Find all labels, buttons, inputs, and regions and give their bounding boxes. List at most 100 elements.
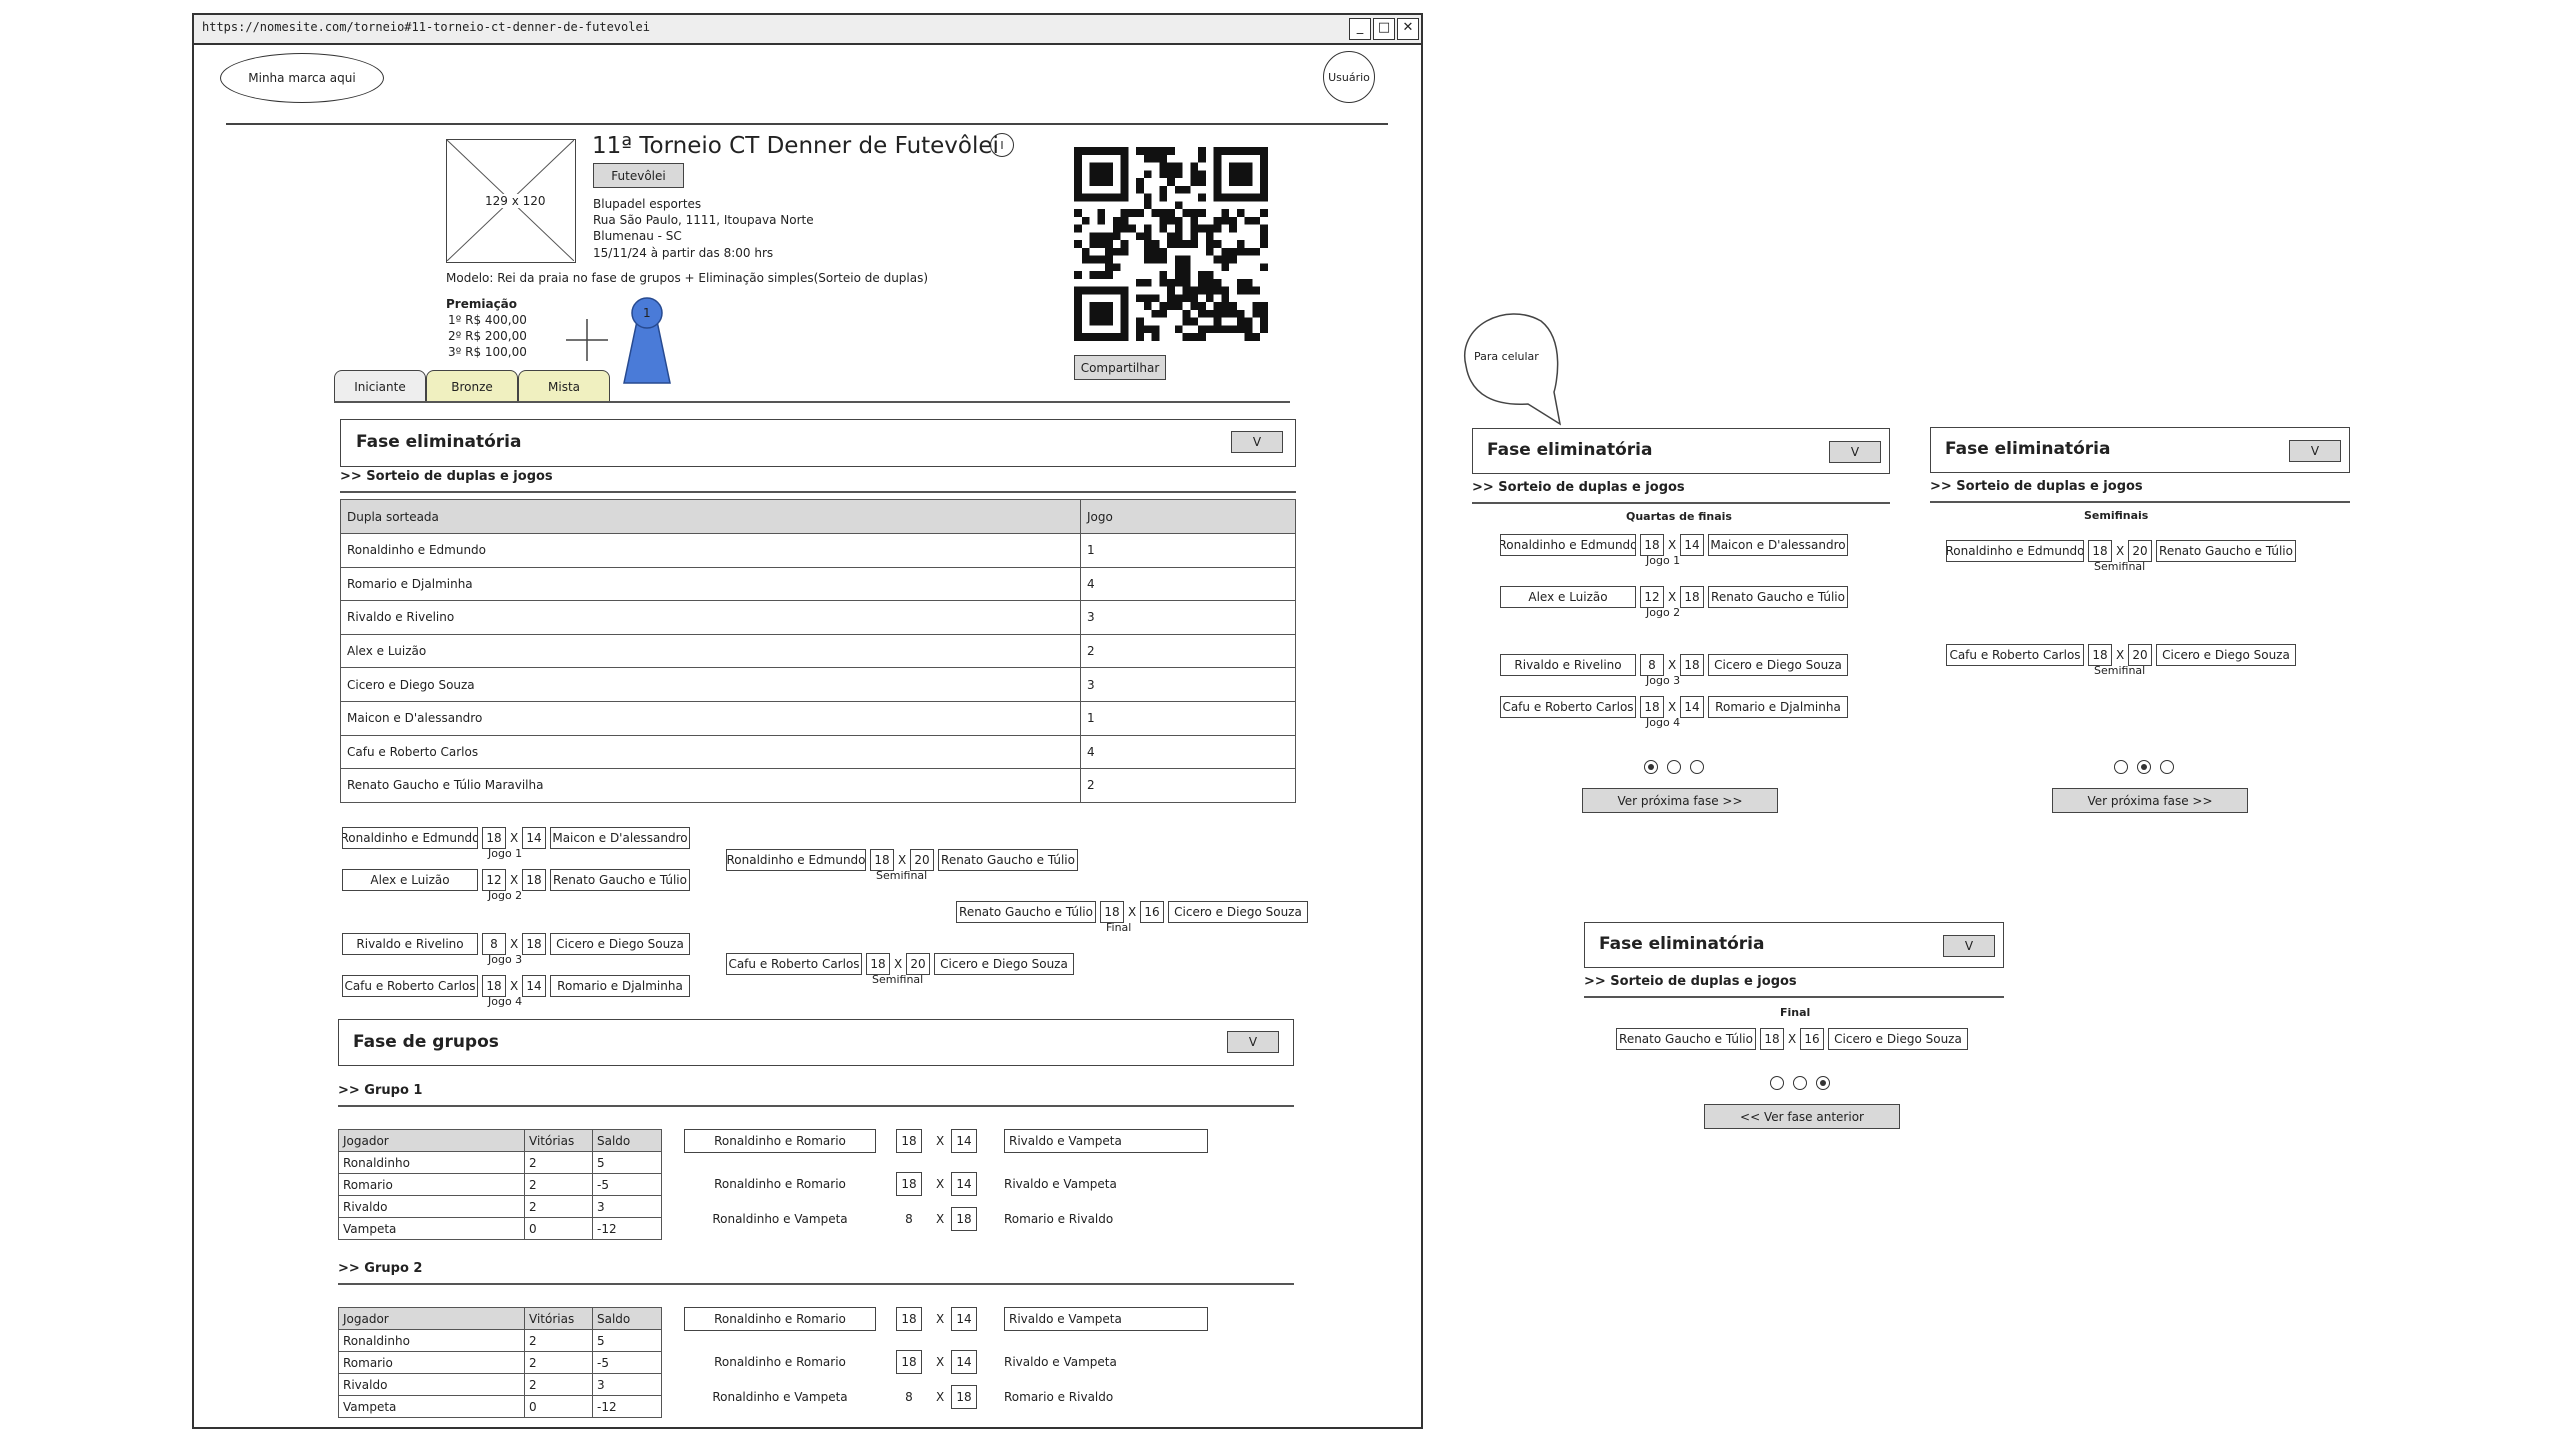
score-b-input[interactable]: 14 bbox=[1680, 534, 1704, 556]
team-a-box[interactable]: Ronaldinho e Edmundo bbox=[1946, 540, 2084, 562]
brand-logo[interactable]: Minha marca aqui bbox=[220, 53, 384, 103]
pagination-dot[interactable] bbox=[1793, 1076, 1807, 1090]
team-b-box[interactable]: Maicon e D'alessandro bbox=[550, 827, 690, 849]
score-a-input[interactable]: 18 bbox=[2088, 540, 2112, 562]
score-b[interactable]: 14 bbox=[951, 1307, 977, 1331]
team-a-box[interactable]: Cafu e Roberto Carlos bbox=[342, 975, 478, 997]
pagination-dot[interactable] bbox=[2114, 760, 2128, 774]
address-bar[interactable]: https://nomesite.com/torneio#11-torneio-… bbox=[194, 15, 1421, 45]
team-a-box[interactable]: Rivaldo e Rivelino bbox=[342, 933, 478, 955]
team-b-box[interactable]: Renato Gaucho e Túlio bbox=[2156, 540, 2296, 562]
team-a-box[interactable]: Renato Gaucho e Túlio bbox=[1616, 1028, 1756, 1050]
score-b-input[interactable]: 20 bbox=[906, 953, 930, 975]
team-b-box[interactable]: Romario e Djalminha bbox=[550, 975, 690, 997]
score-a-input[interactable]: 12 bbox=[482, 869, 506, 891]
team-a-box[interactable]: Cafu e Roberto Carlos bbox=[1500, 696, 1636, 718]
team-b-box[interactable]: Renato Gaucho e Túlio bbox=[550, 869, 690, 891]
score-a[interactable]: 8 bbox=[896, 1385, 922, 1409]
team-a-box[interactable]: Ronaldinho e Edmundo bbox=[342, 827, 478, 849]
team-a-box[interactable]: Rivaldo e Rivelino bbox=[1500, 654, 1636, 676]
score-a-input[interactable]: 18 bbox=[1760, 1028, 1784, 1050]
team-b-box[interactable]: Cicero e Diego Souza bbox=[1708, 654, 1848, 676]
score-b-input[interactable]: 18 bbox=[522, 869, 546, 891]
mobile-collapse-button[interactable]: V bbox=[2289, 440, 2341, 462]
pagination-dot[interactable] bbox=[1667, 760, 1681, 774]
score-b-input[interactable]: 18 bbox=[522, 933, 546, 955]
tab-mista[interactable]: Mista bbox=[518, 370, 610, 403]
score-a-input[interactable]: 8 bbox=[1640, 654, 1664, 676]
score-a-input[interactable]: 8 bbox=[482, 933, 506, 955]
team-b-box[interactable]: Cicero e Diego Souza bbox=[1828, 1028, 1968, 1050]
score-b[interactable]: 18 bbox=[951, 1207, 977, 1231]
maximize-icon[interactable]: □ bbox=[1373, 18, 1395, 40]
score-b-input[interactable]: 14 bbox=[522, 975, 546, 997]
user-avatar[interactable]: Usuário bbox=[1323, 51, 1375, 103]
score-a[interactable]: 18 bbox=[896, 1350, 922, 1374]
mobile-collapse-button[interactable]: V bbox=[1829, 441, 1881, 463]
score-a-input[interactable]: 18 bbox=[482, 975, 506, 997]
team-b-box[interactable]: Cicero e Diego Souza bbox=[1168, 901, 1308, 923]
sport-tag[interactable]: Futevôlei bbox=[593, 163, 684, 188]
score-b[interactable]: 14 bbox=[951, 1129, 977, 1153]
score-b-input[interactable]: 16 bbox=[1140, 901, 1164, 923]
tab-iniciante[interactable]: Iniciante bbox=[334, 370, 426, 403]
team-a-box[interactable]: Alex e Luizão bbox=[342, 869, 478, 891]
score-a[interactable]: 18 bbox=[896, 1307, 922, 1331]
score-a-input[interactable]: 18 bbox=[2088, 644, 2112, 666]
score-b-input[interactable]: 20 bbox=[910, 849, 934, 871]
elim-panel-header[interactable]: Fase eliminatória V bbox=[340, 419, 1296, 467]
score-b-input[interactable]: 16 bbox=[1800, 1028, 1824, 1050]
team-a-box[interactable]: Renato Gaucho e Túlio bbox=[956, 901, 1096, 923]
team-b-box[interactable]: Romario e Djalminha bbox=[1708, 696, 1848, 718]
minimize-icon[interactable]: _ bbox=[1349, 18, 1371, 40]
team-b-box[interactable]: Maicon e D'alessandro bbox=[1708, 534, 1848, 556]
score-a-input[interactable]: 18 bbox=[1640, 534, 1664, 556]
pagination-dot[interactable] bbox=[1690, 760, 1704, 774]
score-b-input[interactable]: 14 bbox=[1680, 696, 1704, 718]
elim-collapse-button[interactable]: V bbox=[1231, 431, 1283, 453]
score-a[interactable]: 8 bbox=[896, 1207, 922, 1231]
score-a-input[interactable]: 18 bbox=[870, 849, 894, 871]
team-b-box[interactable]: Renato Gaucho e Túlio bbox=[1708, 586, 1848, 608]
score-a[interactable]: 18 bbox=[896, 1172, 922, 1196]
team-a-box[interactable]: Cafu e Roberto Carlos bbox=[1946, 644, 2084, 666]
team-a-box[interactable]: Ronaldinho e Edmundo bbox=[1500, 534, 1636, 556]
team-b-box[interactable]: Cicero e Diego Souza bbox=[2156, 644, 2296, 666]
pagination-dot[interactable] bbox=[2160, 760, 2174, 774]
pagination-dot[interactable] bbox=[2137, 760, 2151, 774]
mobile-collapse-button[interactable]: V bbox=[1943, 935, 1995, 957]
score-b[interactable]: 14 bbox=[951, 1350, 977, 1374]
groups-panel-header[interactable]: Fase de grupos V bbox=[338, 1019, 1294, 1066]
score-a-input[interactable]: 12 bbox=[1640, 586, 1664, 608]
team-b-box[interactable]: Cicero e Diego Souza bbox=[550, 933, 690, 955]
mobile-elim-header[interactable]: Fase eliminatória V bbox=[1584, 922, 2004, 968]
mobile-elim-header[interactable]: Fase eliminatória V bbox=[1930, 427, 2350, 473]
team-a-box[interactable]: Cafu e Roberto Carlos bbox=[726, 953, 862, 975]
score-b-input[interactable]: 20 bbox=[2128, 644, 2152, 666]
score-a-input[interactable]: 18 bbox=[866, 953, 890, 975]
next-phase-button[interactable]: Ver próxima fase >> bbox=[2052, 788, 2248, 813]
team-b-box[interactable]: Renato Gaucho e Túlio bbox=[938, 849, 1078, 871]
pagination-dot[interactable] bbox=[1644, 760, 1658, 774]
score-b-input[interactable]: 20 bbox=[2128, 540, 2152, 562]
next-phase-button[interactable]: Ver próxima fase >> bbox=[1582, 788, 1778, 813]
score-a-input[interactable]: 18 bbox=[1100, 901, 1124, 923]
score-b[interactable]: 18 bbox=[951, 1385, 977, 1409]
groups-collapse-button[interactable]: V bbox=[1227, 1031, 1279, 1053]
score-a-input[interactable]: 18 bbox=[1640, 696, 1664, 718]
score-b-input[interactable]: 18 bbox=[1680, 654, 1704, 676]
prev-phase-button[interactable]: << Ver fase anterior bbox=[1704, 1104, 1900, 1129]
team-a-box[interactable]: Alex e Luizão bbox=[1500, 586, 1636, 608]
share-button[interactable]: Compartilhar bbox=[1074, 355, 1166, 380]
score-b[interactable]: 14 bbox=[951, 1172, 977, 1196]
score-b-input[interactable]: 14 bbox=[522, 827, 546, 849]
team-a-box[interactable]: Ronaldinho e Edmundo bbox=[726, 849, 866, 871]
close-icon[interactable]: ✕ bbox=[1397, 18, 1419, 40]
info-icon[interactable]: I bbox=[990, 133, 1014, 157]
score-a-input[interactable]: 18 bbox=[482, 827, 506, 849]
pagination-dot[interactable] bbox=[1770, 1076, 1784, 1090]
pagination-dot[interactable] bbox=[1816, 1076, 1830, 1090]
tab-bronze[interactable]: Bronze bbox=[426, 370, 518, 403]
score-b-input[interactable]: 18 bbox=[1680, 586, 1704, 608]
team-b-box[interactable]: Cicero e Diego Souza bbox=[934, 953, 1074, 975]
